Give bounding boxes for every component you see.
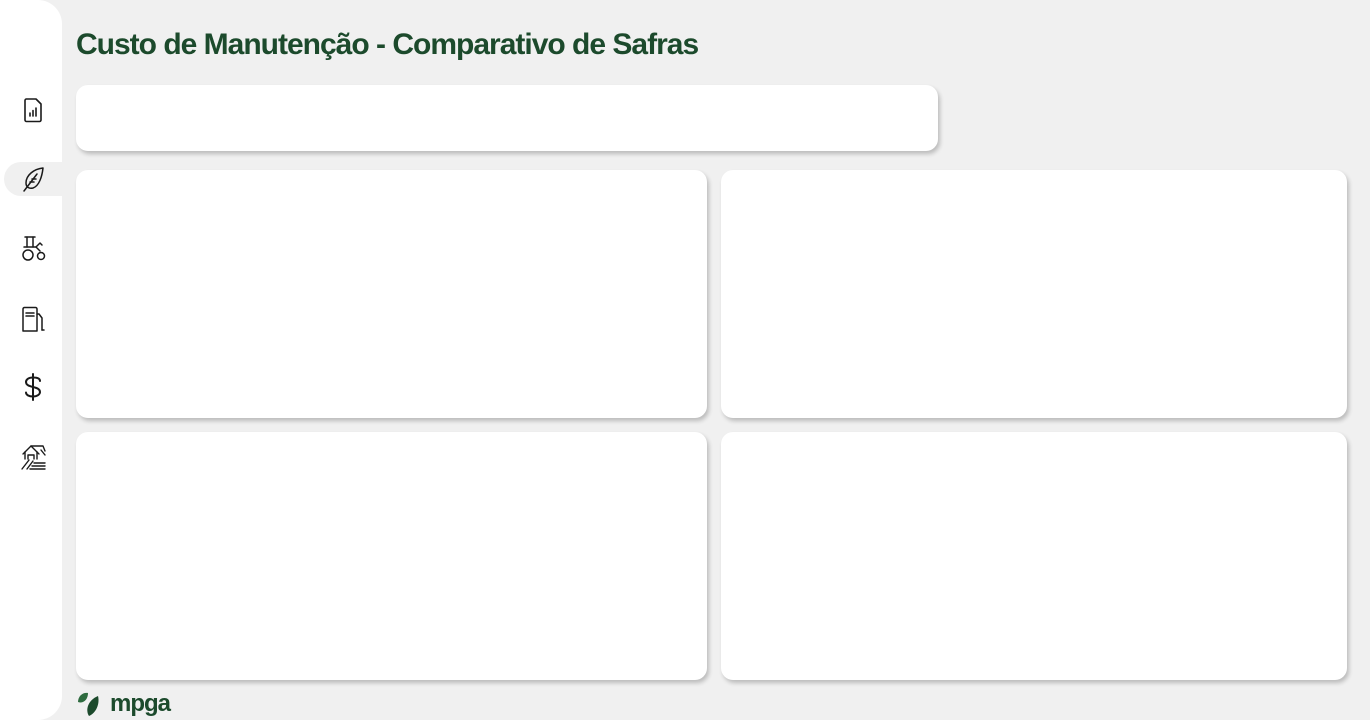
- leaf-logo-icon: [78, 692, 99, 716]
- sidebar: [0, 0, 62, 720]
- sidebar-item-fuel[interactable]: [4, 302, 62, 336]
- chart-card-bottom-left: [76, 432, 707, 680]
- sidebar-item-farm[interactable]: [4, 440, 62, 474]
- fuel-pump-icon: [22, 306, 45, 332]
- leaf-icon: [23, 167, 44, 192]
- chart-card-top-right: [721, 170, 1347, 418]
- page-title: Custo de Manutenção - Comparativo de Saf…: [76, 28, 699, 61]
- tractor-icon: [22, 236, 46, 261]
- sidebar-item-reports[interactable]: [4, 93, 62, 127]
- chart-card-top-left: [76, 170, 707, 418]
- sidebar-item-machinery[interactable]: [4, 231, 62, 265]
- sidebar-item-finance[interactable]: [4, 370, 62, 404]
- dollar-icon: [25, 373, 41, 401]
- filter-panel: [76, 85, 938, 151]
- brand-logo: mpga: [76, 690, 171, 718]
- chart-card-bottom-right: [721, 432, 1347, 680]
- report-chart-icon: [24, 98, 42, 123]
- brand-name: mpga: [110, 690, 171, 717]
- farm-field-icon: [21, 445, 46, 470]
- sidebar-item-crops[interactable]: [4, 162, 62, 196]
